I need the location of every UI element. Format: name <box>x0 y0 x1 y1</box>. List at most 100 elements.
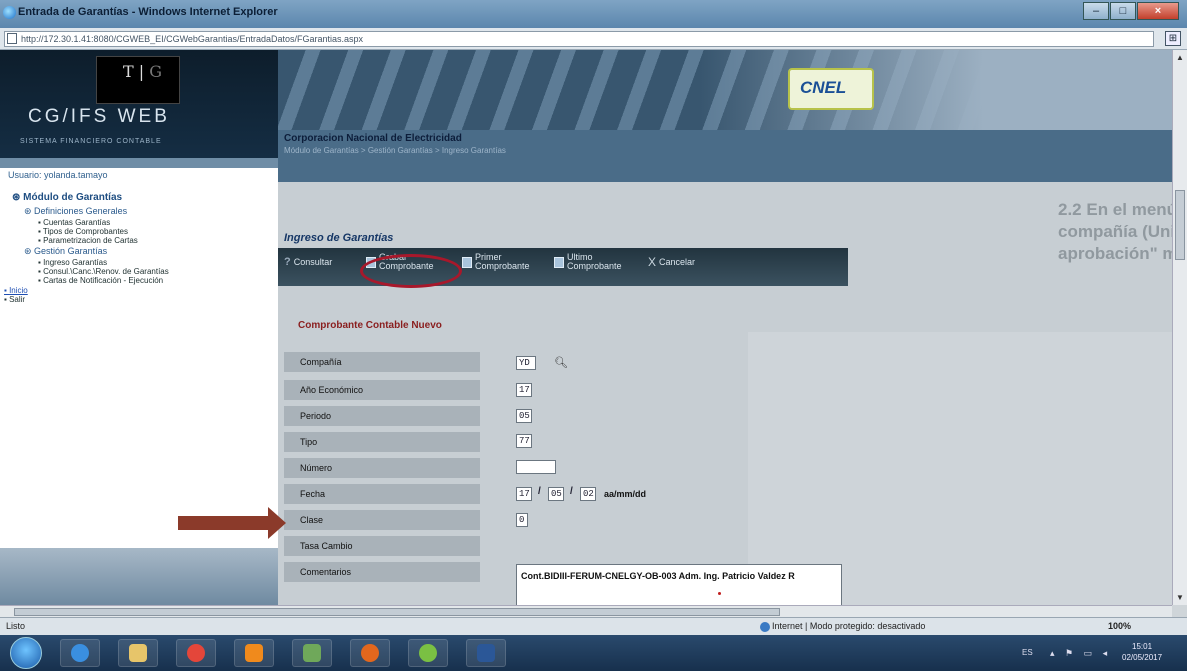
annotation-arrow-head <box>268 507 286 539</box>
status-bar: Listo Internet | Modo protegido: desacti… <box>0 617 1187 635</box>
taskbar-chrome[interactable] <box>176 639 216 667</box>
security-zone[interactable]: Internet | Modo protegido: desactivado <box>772 621 925 631</box>
label-tasa-cambio: Tasa Cambio <box>284 536 480 556</box>
annotation-arrow-shaft <box>178 516 270 530</box>
label-fecha: Fecha <box>284 484 480 504</box>
leaf-icon <box>419 644 437 662</box>
breadcrumb: Módulo de Garantías > Gestión Garantías … <box>284 146 506 155</box>
media-player-icon <box>245 644 263 662</box>
date-separator-2: / <box>570 486 573 497</box>
sidebar-item-cartas-notificacion[interactable]: ▪ Cartas de Notificación - Ejecución <box>38 276 163 285</box>
label-anio-economico: Año Económico <box>284 380 480 400</box>
chrome-icon <box>187 644 205 662</box>
page-icon <box>7 33 17 44</box>
date-format-hint: aa/mm/dd <box>604 489 647 499</box>
taskbar-firefox[interactable] <box>350 639 390 667</box>
zoom-level[interactable]: 100% <box>1108 621 1131 631</box>
horizontal-scroll-thumb[interactable] <box>14 608 780 616</box>
clock[interactable]: 15:01 02/05/2017 <box>1122 641 1162 663</box>
taskbar-app-5[interactable] <box>292 639 332 667</box>
url-field[interactable]: http://172.30.1.41:8080/CGWEB_EI/CGWebGa… <box>4 31 1154 47</box>
comentarios-field[interactable]: Cont.BIDIII-FERUM-CNELGY-OB-003 Adm. Ing… <box>516 564 842 605</box>
sidebar-item-cuentas-garantias[interactable]: ▪ Cuentas Garantías <box>38 218 110 227</box>
close-button[interactable]: × <box>1137 2 1179 20</box>
ghost-text-line-3: aprobación" ma <box>1058 244 1172 263</box>
language-indicator[interactable]: ES <box>1022 648 1033 657</box>
sidebar-group-definiciones[interactable]: ⊛ Definiciones Generales <box>24 206 127 217</box>
page-title: Ingreso de Garantías <box>284 232 394 244</box>
logo-g: G <box>149 62 163 81</box>
cancelar-button[interactable]: X Cancelar <box>648 255 695 269</box>
label-periodo: Periodo <box>284 406 480 426</box>
fecha-year-field[interactable]: 17 <box>516 487 532 501</box>
taskbar-media-player[interactable] <box>234 639 274 667</box>
compatibility-view-icon[interactable]: ⊞ <box>1165 31 1181 46</box>
primer-comprobante-button[interactable]: Primer Comprobante <box>462 253 530 271</box>
cnel-logo: CNEL <box>788 68 874 110</box>
action-toolbar: ? Consultar Grabar Comprobante Primer Comp… <box>278 248 848 288</box>
search-icon[interactable]: 🔍︎ <box>554 356 568 369</box>
maximize-button[interactable]: □ <box>1110 2 1136 20</box>
fecha-day-field[interactable]: 02 <box>580 487 596 501</box>
sidebar-footer-graphic <box>0 548 278 605</box>
label-clase: Clase <box>284 510 480 530</box>
taskbar-word[interactable] <box>466 639 506 667</box>
current-user: Usuario: yolanda.tamayo <box>8 170 108 180</box>
app-name: CG/IFS WEB <box>28 106 170 127</box>
globe-icon <box>760 622 770 632</box>
taskbar-internet-explorer[interactable] <box>60 639 100 667</box>
module-title[interactable]: ⊛ Módulo de Garantías <box>12 192 122 203</box>
window-controls: – □ × <box>1083 2 1179 20</box>
cnel-logo-text: CNEL <box>800 78 847 97</box>
folder-icon <box>129 644 147 662</box>
horizontal-scrollbar[interactable] <box>0 605 1172 617</box>
banner-fade <box>700 50 1172 130</box>
sidebar: Usuario: yolanda.tamayo ⊛ Módulo de Gara… <box>0 158 278 605</box>
sidebar-item-consul-canc-renov[interactable]: ▪ Consul.\Canc.\Renov. de Garantías <box>38 267 169 276</box>
vertical-scroll-thumb[interactable] <box>1175 190 1185 260</box>
consultar-button[interactable]: ? Consultar <box>284 256 332 268</box>
anio-economico-field[interactable]: 17 <box>516 383 532 397</box>
start-button[interactable] <box>10 637 42 669</box>
sidebar-link-salir[interactable]: ▪ Salir <box>4 295 25 304</box>
scroll-down-icon[interactable]: ▼ <box>1176 593 1184 602</box>
clase-field[interactable]: 0 <box>516 513 528 527</box>
taskbar-app-7[interactable] <box>408 639 448 667</box>
sidebar-item-parametrizacion-cartas[interactable]: ▪ Parametrizacion de Cartas <box>38 236 138 245</box>
browser-window: Entrada de Garantías - Windows Internet … <box>0 0 1187 671</box>
vertical-scrollbar[interactable]: ▲ ▼ <box>1172 50 1187 605</box>
ultimo-comprobante-button[interactable]: Ultimo Comprobante <box>554 253 622 271</box>
numero-field[interactable] <box>516 460 556 474</box>
firefox-icon <box>361 644 379 662</box>
help-icon: ? <box>284 256 291 268</box>
fecha-month-field[interactable]: 05 <box>548 487 564 501</box>
compania-field[interactable]: YD <box>516 356 536 370</box>
address-bar: http://172.30.1.41:8080/CGWEB_EI/CGWebGa… <box>0 28 1187 50</box>
label-compania: Compañía <box>284 352 480 372</box>
sidebar-item-tipos-comprobantes[interactable]: ▪ Tipos de Comprobantes <box>38 227 128 236</box>
date-separator-1: / <box>538 486 541 497</box>
tipo-field[interactable]: 77 <box>516 434 532 448</box>
logo-t: T <box>123 62 134 81</box>
periodo-field[interactable]: 05 <box>516 409 532 423</box>
last-record-icon <box>554 256 564 268</box>
system-tray-icons[interactable]: ▴ ⚑ ▭ ◂ <box>1050 648 1111 659</box>
annotation-red-circle <box>360 254 462 288</box>
scroll-up-icon[interactable]: ▲ <box>1176 53 1184 62</box>
taskbar-file-explorer[interactable] <box>118 639 158 667</box>
clock-time: 15:01 <box>1132 642 1153 651</box>
main-panel: 2.2 En el menú de proceso de la compañía… <box>278 182 1172 605</box>
company-name: Corporacion Nacional de Electricidad <box>284 133 462 144</box>
label-comentarios: Comentarios <box>284 562 480 582</box>
sidebar-group-gestion[interactable]: ⊛ Gestión Garantías <box>24 246 107 257</box>
cancel-icon: X <box>648 255 657 269</box>
label-tipo: Tipo <box>284 432 480 452</box>
sidebar-link-inicio[interactable]: ▪ Inicio <box>4 286 28 295</box>
app-subtitle: SISTEMA FINANCIERO CONTABLE <box>20 138 162 145</box>
sidebar-item-ingreso-garantias[interactable]: ▪ Ingreso Garantías <box>38 258 107 267</box>
first-record-icon <box>462 256 472 268</box>
ghost-text-line-2: compañía (Unidad de Negocio <box>1058 222 1172 241</box>
minimize-button[interactable]: – <box>1083 2 1109 20</box>
page-content: T | G CG/IFS WEB SISTEMA FINANCIERO CONT… <box>0 50 1172 605</box>
app-icon <box>303 644 321 662</box>
